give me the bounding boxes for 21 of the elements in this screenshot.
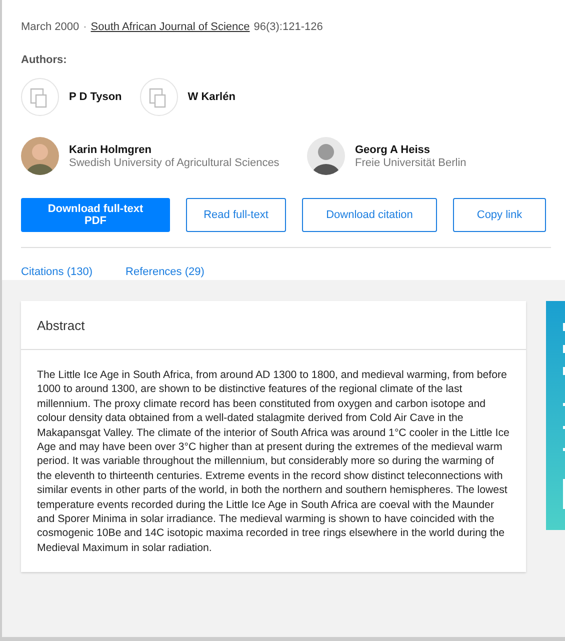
download-button[interactable]: Download full-text PDF bbox=[21, 198, 170, 232]
author-name[interactable]: P D Tyson bbox=[69, 91, 122, 103]
author-affiliation: Swedish University of Agricultural Sciences bbox=[69, 156, 280, 168]
action-button[interactable]: Copy link bbox=[453, 198, 546, 232]
author-name[interactable]: Georg A Heiss bbox=[355, 144, 466, 156]
journal-link[interactable]: South African Journal of Science bbox=[90, 21, 250, 33]
author-avatar[interactable] bbox=[21, 137, 59, 175]
action-button[interactable]: Download citation bbox=[302, 198, 437, 232]
separator-dot: · bbox=[83, 21, 87, 33]
author-avatar[interactable] bbox=[307, 137, 345, 175]
author-name[interactable]: Karin Holmgren bbox=[69, 144, 280, 156]
tab-link[interactable]: References (29) bbox=[126, 266, 204, 278]
author-affiliation: Freie Universität Berlin bbox=[355, 156, 466, 168]
abstract-text: The Little Ice Age in South Africa, from around AD 1300 to 1800, and medieval warming, from before 1000 to around 1300, are shown to be distinctive features of the regional climate of the last millennium. The proxy climate record has been constituted from oxygen and carbon isotope and colour density data obtained from a well-dated stalagmite derived from Cold Air Cave in the Makapansgat Valley. The climate of the interior of South Africa was around 1°C cooler in the Little Ice Age and may have been over 3°C higher than at present during the extremes of the medieval warm period. It was variable throughout the millennium, but considerably more so during the warming of the eleventh to thirteenth centuries. Extreme events in the record show distinct teleconnections with similar events in other parts of the world, in both the northern and southern hemispheres. The lowest temperature events recorded during the Little Ice Age in South Africa are coeval with the Maunder and Sporer Minima in solar irradiance. The medieval warming is shown to have coincided with the cosmogenic 10Be and 14C isotopic maxima recorded in tree rings elsewhere in the world during the Medieval Maximum in solar radiation. bbox=[36, 368, 510, 556]
publication-date: March 2000 bbox=[21, 21, 80, 33]
author-name[interactable]: W Karlén bbox=[188, 91, 236, 103]
journal-issue: 96(3):121-126 bbox=[254, 21, 323, 33]
authors-label: Authors: bbox=[21, 54, 68, 66]
tab-link[interactable]: Citations (130) bbox=[21, 266, 93, 278]
action-button[interactable]: Read full-text bbox=[186, 198, 286, 232]
abstract-title: Abstract bbox=[37, 318, 85, 333]
